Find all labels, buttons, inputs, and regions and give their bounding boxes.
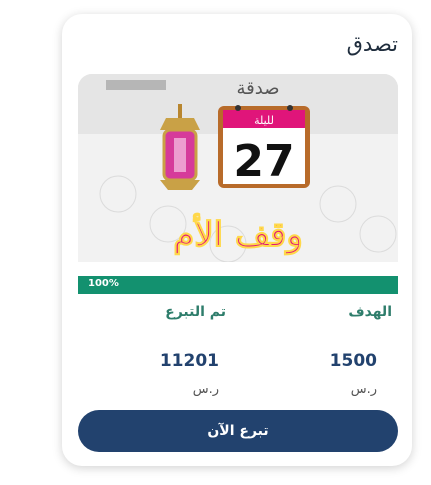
donation-card: تصدق صدقة لليلة 27 وقف الأم 100% الهدف ت… bbox=[62, 14, 412, 466]
calendar-label: لليلة bbox=[254, 114, 274, 127]
goal-label: الهدف bbox=[348, 304, 392, 320]
donated-value: 11201 bbox=[159, 351, 219, 371]
banner-heading: صدقة bbox=[237, 78, 280, 99]
card-title: تصدق bbox=[346, 32, 398, 56]
donate-now-button[interactable]: تبرع الآن bbox=[78, 410, 398, 452]
progress-label: 100% bbox=[88, 278, 119, 289]
donated-label: تم التبرع bbox=[165, 304, 226, 320]
donation-progress-bar: 100% bbox=[78, 276, 398, 294]
banner-illustration: صدقة لليلة 27 وقف الأم bbox=[78, 74, 398, 262]
goal-value: 1500 bbox=[329, 351, 377, 371]
org-logo bbox=[106, 80, 166, 90]
calendar-number: 27 bbox=[233, 136, 294, 187]
progress-fill bbox=[78, 276, 398, 294]
donated-currency: ر.س bbox=[192, 382, 219, 397]
campaign-banner-image[interactable]: صدقة لليلة 27 وقف الأم bbox=[78, 74, 398, 262]
banner-calligraphy: وقف الأم bbox=[173, 213, 303, 255]
goal-currency: ر.س bbox=[350, 382, 377, 397]
